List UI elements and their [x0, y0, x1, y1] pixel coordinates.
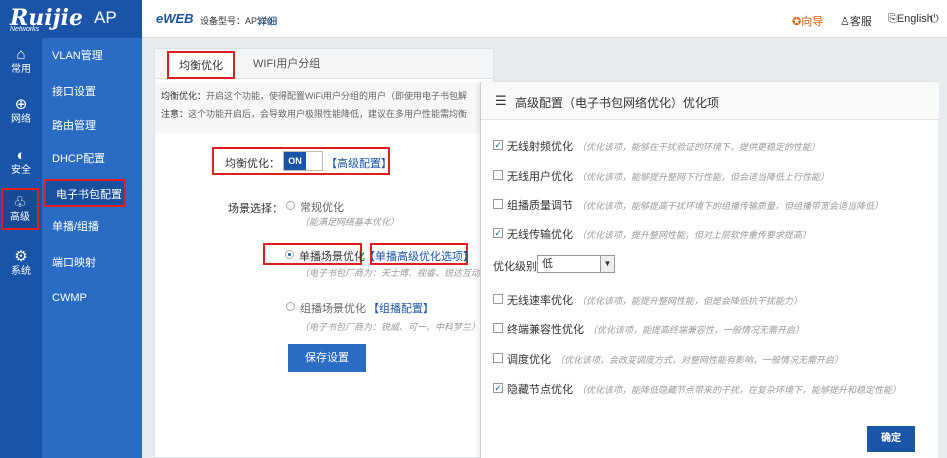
level-value: 低	[542, 258, 553, 270]
dialog-title: 高级配置（电子书包网络优化）优化项	[515, 96, 720, 110]
menu-dhcp[interactable]: DHCP配置	[42, 145, 142, 173]
chevron-down-icon: ▼	[600, 256, 614, 272]
option-rf: 无线射频优化 （优化该项，能够在干扰验证的环境下，提供更稳定的性能）	[507, 141, 821, 153]
checkbox-transmission[interactable]: ✓	[493, 228, 503, 238]
option-transmission: 无线传输优化 （优化该项，提升整网性能，但对上层软件重传要求提高）	[507, 229, 812, 241]
menu-interface[interactable]: 接口设置	[42, 78, 142, 106]
rail-security[interactable]: ◐ 安全	[0, 143, 42, 185]
option-hidden-node: 隐藏节点优化 （优化该项，能降低隐藏节点带来的干扰，在复杂环境下，能够提升和稳定性…	[507, 384, 902, 396]
checkbox-hidden-node[interactable]: ✓	[493, 383, 503, 393]
rail-network[interactable]: ⊕ 网络	[0, 92, 42, 134]
tab-wifi-group[interactable]: WIFI用户分组	[243, 51, 330, 79]
toggle-on-label: ON	[284, 152, 306, 170]
option-multicast-quality: 组播质量调节 （优化该项，能够提高干扰环境下的组播传输质量，但组播带宽会适当降低）	[507, 200, 884, 212]
checkbox-compat[interactable]	[493, 323, 503, 333]
save-button[interactable]: 保存设置	[288, 344, 366, 372]
dialog-header: ☰ 高级配置（电子书包网络优化）优化项	[481, 82, 939, 120]
menu-cwmp[interactable]: CWMP	[42, 284, 142, 312]
rail-advanced[interactable]: ♧ 高级	[1, 188, 39, 230]
rail-system[interactable]: ⚙ 系统	[0, 244, 42, 286]
language-icon: ⎘	[888, 13, 897, 25]
detail-link[interactable]: 详细	[257, 13, 277, 28]
service-link[interactable]: ♙客服	[840, 13, 872, 29]
rail-label: 高级	[10, 212, 30, 223]
multicast-config-link[interactable]: 【组播配置】	[368, 300, 434, 316]
brand-sub: Networks	[10, 26, 40, 33]
top-bar: eWEB 设备型号：AP320-I 详细 ✪向导 ♙客服 ⎘English ⏻	[142, 0, 947, 38]
menu-routing[interactable]: 路由管理	[42, 112, 142, 140]
option-user: 无线用户优化 （优化该项，能够提升整网下行性能，但会适当降低上行性能）	[507, 171, 830, 183]
notice-line-2: 注意：这个功能开启后，会导致用户极限性能降低，建议在多用户性能需均衡	[161, 109, 468, 119]
checkbox-rate[interactable]	[493, 294, 503, 304]
radio-normal[interactable]	[286, 201, 295, 210]
menu-port-mapping[interactable]: 端口映射	[42, 249, 142, 277]
scene-option-unicast: 单播场景优化	[299, 251, 365, 263]
eweb-logo: eWEB	[156, 11, 194, 26]
notice-line-1: 均衡优化：开启这个功能，使得配置WiFi用户分组的用户（即使用电子书包解	[161, 91, 468, 101]
advanced-config-link[interactable]: 【高级配置】	[326, 155, 392, 171]
radio-multicast[interactable]	[286, 302, 295, 311]
checkbox-schedule[interactable]	[493, 353, 503, 363]
scene-desc-normal: （能满足网络基本优化）	[300, 217, 400, 227]
advanced-dialog: ☰ 高级配置（电子书包网络优化）优化项 ✓ 无线射频优化 （优化该项，能够在干扰验…	[480, 82, 939, 458]
balance-toggle[interactable]: ON	[283, 151, 323, 171]
home-icon: ⌂	[16, 46, 26, 63]
scene-desc-multicast: （电子书包厂商为：锐威、可一、中科梦兰）	[300, 322, 481, 332]
network-icon: ⊕	[14, 96, 28, 113]
gear-icon: ⚙	[14, 248, 28, 265]
unicast-advanced-link[interactable]: 【单播高级优化选项】	[364, 248, 474, 264]
rail-common[interactable]: ⌂ 常用	[0, 42, 42, 84]
rail-label: 安全	[11, 165, 31, 176]
brand-product: AP	[94, 8, 117, 27]
checkbox-multicast-quality[interactable]	[493, 199, 503, 209]
logout-icon[interactable]: ⏻	[930, 13, 939, 26]
brand-logo: Ruijie Networks AP	[0, 0, 142, 38]
scene-option-normal: 常规优化	[300, 202, 344, 214]
scene-desc-unicast: （电子书包厂商为：天士博、视睿、锐达互动、	[300, 268, 490, 278]
scene-label: 场景选择：	[228, 203, 283, 215]
shield-icon: ◐	[16, 147, 26, 164]
user-icon: ♙	[840, 16, 850, 28]
radio-unicast[interactable]	[285, 250, 294, 259]
balance-label: 均衡优化：	[225, 158, 280, 170]
advanced-icon: ♧	[13, 194, 27, 211]
language-link[interactable]: ⎘English	[888, 13, 933, 26]
option-schedule: 调度优化 （优化该项，会改变调度方式，对整网性能有影响，一般情况无需开启）	[507, 354, 844, 366]
scene-option-multicast: 组播场景优化	[300, 303, 366, 315]
menu-ebook[interactable]: 电子书包配置	[44, 179, 126, 207]
menu-icon: ☰	[495, 93, 507, 108]
option-rate: 无线速率优化 （优化该项，能提升整网性能，但是会降低抗干扰能力）	[507, 295, 803, 307]
ok-button[interactable]: 确定	[867, 426, 915, 452]
checkbox-rf[interactable]: ✓	[493, 140, 503, 150]
rail-label: 网络	[11, 114, 31, 125]
menu-vlan[interactable]: VLAN管理	[42, 42, 142, 70]
option-compat: 终端兼容性优化 （优化该项，能提高终端兼容性，一般情况无需开启）	[507, 324, 805, 336]
guide-link[interactable]: ✪向导	[792, 13, 823, 29]
rail-label: 系统	[11, 266, 31, 277]
checkbox-user[interactable]	[493, 170, 503, 180]
tab-balance[interactable]: 均衡优化	[167, 51, 235, 79]
level-select[interactable]: 低 ▼	[537, 255, 615, 273]
guide-icon: ✪	[792, 16, 802, 28]
menu-unicast[interactable]: 单播/组播	[42, 213, 142, 241]
rail-label: 常用	[11, 64, 31, 75]
